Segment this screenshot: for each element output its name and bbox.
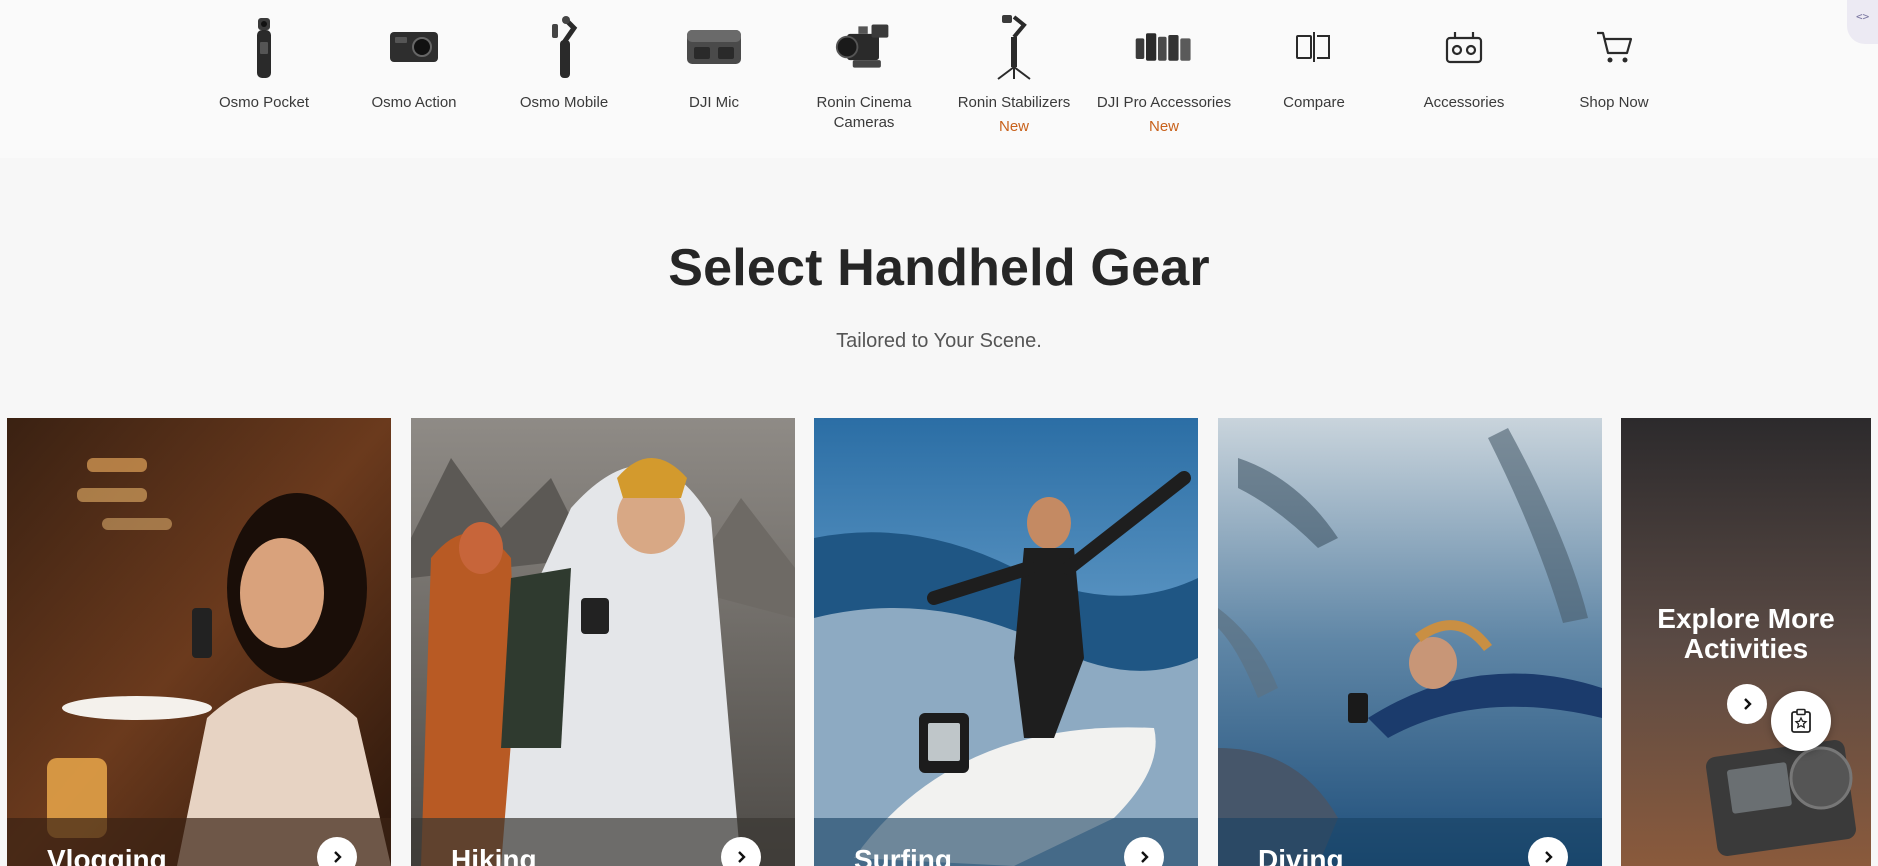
nav-label: DJI Mic <box>689 94 739 111</box>
surfing-photo <box>814 418 1198 866</box>
favorites-clipboard-icon[interactable] <box>1771 691 1831 751</box>
nav-label: Ronin Stabilizers <box>957 94 1071 111</box>
new-badge: New <box>998 118 1029 135</box>
activity-card-vlogging[interactable]: Vlogging <box>7 418 391 866</box>
nav-item-osmo-pocket[interactable]: Osmo Pocket <box>189 0 339 158</box>
osmo-mobile-icon <box>534 12 594 82</box>
nav-item-dji-mic[interactable]: DJI Mic <box>639 0 789 158</box>
card-title: Vlogging <box>47 844 167 866</box>
nav-label: Accessories <box>1423 94 1505 111</box>
compare-icon <box>1284 12 1344 82</box>
activity-card-diving[interactable]: Diving <box>1218 418 1602 866</box>
osmo-action-icon <box>384 12 444 82</box>
nav-label: Osmo Mobile <box>519 94 609 111</box>
card-title: Hiking <box>451 844 537 866</box>
explore-more-card[interactable]: Explore More Activities <box>1621 418 1871 866</box>
activity-card-surfing[interactable]: Surfing <box>814 418 1198 866</box>
nav-item-shop-now[interactable]: Shop Now <box>1539 0 1689 158</box>
nav-item-osmo-action[interactable]: Osmo Action <box>339 0 489 158</box>
nav-item-osmo-mobile[interactable]: Osmo Mobile <box>489 0 639 158</box>
nav-label: Shop Now <box>1579 94 1649 111</box>
new-badge: New <box>1148 118 1179 135</box>
product-nav: Osmo Pocket Osmo Action Osmo Mobile DJI … <box>0 0 1878 158</box>
card-title: Diving <box>1258 844 1344 866</box>
diving-photo <box>1218 418 1602 866</box>
cart-icon <box>1584 12 1644 82</box>
nav-label: Osmo Action <box>371 94 457 111</box>
card-title: Surfing <box>854 844 952 866</box>
ronin-stabilizer-icon <box>984 12 1044 82</box>
accessories-icon <box>1434 12 1494 82</box>
page-subtitle: Tailored to Your Scene. <box>836 330 1042 352</box>
vlogging-photo <box>7 418 391 866</box>
nav-item-ronin-stabilizers[interactable]: Ronin Stabilizers New <box>939 0 1089 158</box>
nav-label: Osmo Pocket <box>218 94 310 111</box>
nav-label: DJI Pro Accessories <box>1096 94 1232 111</box>
activity-card-hiking[interactable]: Hiking <box>411 418 795 866</box>
nav-label: Compare <box>1283 94 1345 111</box>
nav-item-dji-pro-accessories[interactable]: DJI Pro Accessories New <box>1089 0 1239 158</box>
nav-item-compare[interactable]: Compare <box>1239 0 1389 158</box>
nav-item-ronin-cinema-cameras[interactable]: Ronin Cinema Cameras <box>789 0 939 158</box>
page-title: Select Handheld Gear <box>668 239 1210 297</box>
dji-mic-icon <box>684 12 744 82</box>
osmo-pocket-icon <box>234 12 294 82</box>
chevron-right-icon[interactable] <box>1727 684 1767 724</box>
explore-more-title: Explore More Activities <box>1657 603 1835 664</box>
nav-label: Ronin Cinema Cameras <box>816 94 912 131</box>
hiking-photo <box>411 418 795 866</box>
nav-item-accessories[interactable]: Accessories <box>1389 0 1539 158</box>
pro-accessories-icon <box>1134 12 1194 82</box>
assistant-widget-icon[interactable]: <> <box>1847 0 1878 44</box>
ronin-cinema-camera-icon <box>834 12 894 82</box>
